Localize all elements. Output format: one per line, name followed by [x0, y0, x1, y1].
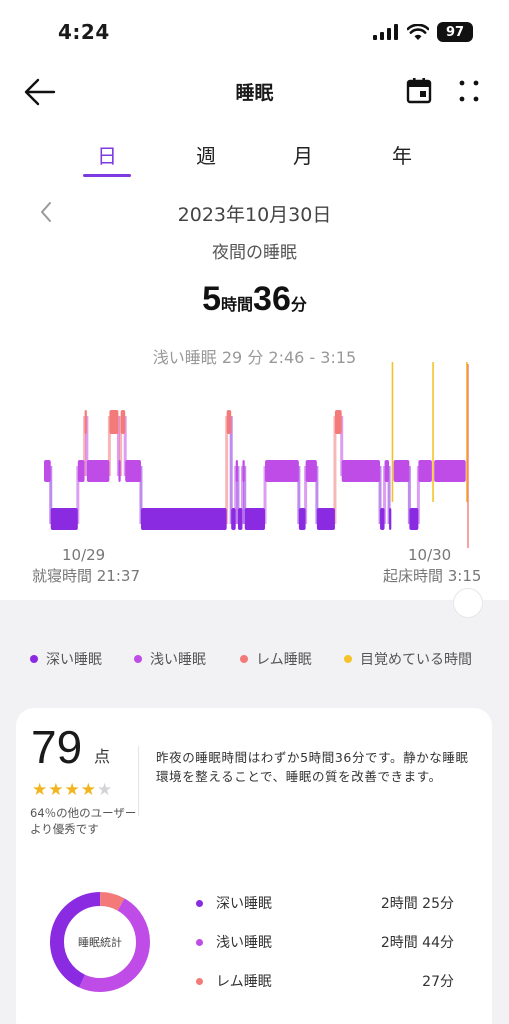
sleep-segment-light — [77, 460, 85, 482]
sleep-segment-light — [418, 460, 432, 482]
legend-label: 浅い睡眠 — [150, 652, 206, 668]
sleep-segment-deep — [298, 508, 306, 530]
stat-dot — [196, 900, 203, 907]
star-icon: ★ — [64, 780, 81, 800]
sleep-segment-deep — [389, 508, 392, 530]
app-header: 睡眠 — [0, 64, 509, 120]
sleep-stage-legend: 深い睡眠 浅い睡眠 レム睡眠 目覚めている時間 — [30, 649, 490, 673]
stat-dot — [196, 978, 203, 985]
star-icon: ★ — [32, 780, 49, 800]
sleep-segment-deep — [244, 508, 266, 530]
sleep-segment-light — [44, 460, 51, 482]
percentile-text: 64％の他のユーザーより優秀です — [30, 806, 137, 836]
wifi-icon — [407, 24, 429, 40]
sleep-segment-light — [265, 460, 299, 482]
legend-label: レム睡眠 — [256, 652, 312, 668]
stat-name: レム睡眠 — [216, 974, 272, 990]
sleep-segment-rem — [109, 410, 119, 434]
legend-dot — [30, 655, 38, 663]
active-tab-indicator — [83, 174, 131, 177]
sleep-segment-deep — [316, 508, 335, 530]
star-rating: ★★★★★ — [32, 780, 113, 800]
sleep-segment-light — [235, 460, 238, 482]
calendar-button[interactable] — [404, 76, 434, 106]
star-empty-icon: ★ — [97, 780, 114, 800]
total-sleep-duration: 5時間36分 — [0, 280, 509, 319]
sleep-segment-light — [341, 460, 381, 482]
more-options-button[interactable] — [454, 76, 484, 106]
stat-name: 浅い睡眠 — [216, 935, 272, 951]
sleep-advice: 昨夜の睡眠時間はわずか5時間36分です。静かな睡眠環境を整えることで、睡眠の質を… — [156, 750, 469, 784]
stat-value: 2時間 25分 — [380, 896, 454, 912]
status-bar: 4:24 97 — [0, 0, 509, 64]
tab-day[interactable]: 日 — [77, 140, 137, 169]
duration-hours-unit: 時間 — [221, 295, 254, 314]
legend-dot — [134, 655, 142, 663]
tab-year[interactable]: 年 — [372, 140, 432, 169]
divider — [138, 746, 139, 816]
star-icon: ★ — [80, 780, 97, 800]
sleep-segment-light — [86, 460, 110, 482]
legend-rem: レム睡眠 — [240, 649, 312, 669]
sleep-segment-light — [393, 460, 410, 482]
start-date-label: 10/29 — [62, 546, 106, 564]
sleep-segment-deep — [140, 508, 227, 530]
legend-deep: 深い睡眠 — [30, 649, 102, 669]
battery-icon: 97 — [437, 22, 473, 42]
legend-dot — [240, 655, 248, 663]
stat-value: 2時間 44分 — [380, 935, 454, 951]
star-icon: ★ — [48, 780, 65, 800]
stat-row-rem: レム睡眠 27分 — [194, 971, 454, 993]
battery-level: 97 — [445, 24, 465, 40]
stat-row-deep: 深い睡眠 2時間 25分 — [194, 893, 454, 915]
duration-hours: 5 — [202, 280, 222, 318]
duration-minutes-unit: 分 — [290, 295, 307, 314]
sleep-segment-rem — [120, 410, 126, 434]
sleep-segment-light — [118, 460, 121, 482]
sleep-score-card: 79 点 ★★★★★ 64％の他のユーザーより優秀です 昨夜の睡眠時間はわずか5… — [16, 708, 492, 1024]
sleep-score: 79 — [31, 721, 83, 773]
sleep-segment-deep — [50, 508, 78, 530]
sleep-segment-light — [305, 460, 317, 482]
sleep-score-unit: 点 — [94, 747, 111, 766]
legend-dot — [344, 655, 352, 663]
selected-date: 2023年10月30日 — [177, 204, 332, 226]
stat-dot — [196, 939, 203, 946]
chart-scrub-handle[interactable] — [453, 588, 483, 618]
stat-row-light: 浅い睡眠 2時間 44分 — [194, 932, 454, 954]
sleep-segment-light — [434, 460, 466, 482]
sleep-segment-deep — [231, 508, 236, 530]
legend-label: 目覚めている時間 — [360, 652, 472, 668]
tab-week[interactable]: 週 — [176, 140, 236, 169]
period-tabs: 日 週 月 年 — [0, 134, 509, 180]
sleep-segment-deep — [237, 508, 243, 530]
sleep-segment-light — [384, 460, 390, 482]
end-date-label: 10/30 — [408, 546, 452, 564]
sleep-segment-light — [242, 460, 245, 482]
sleep-segment-deep — [380, 508, 385, 530]
legend-light: 浅い睡眠 — [134, 649, 206, 669]
signal-icon — [373, 24, 398, 40]
sleep-segment-rem — [334, 410, 342, 434]
duration-minutes: 36 — [253, 280, 291, 318]
tab-month[interactable]: 月 — [273, 140, 333, 169]
wake-time-label: 起床時間 3:15 — [383, 567, 482, 585]
sleep-segment-light — [125, 460, 141, 482]
bedtime-label: 就寝時間 21:37 — [32, 567, 140, 585]
sleep-segment-deep — [409, 508, 419, 530]
sleep-screen: 4:24 97 睡眠 日 週 月 年 2023年10月30日 夜間の睡眠 5時間… — [0, 0, 509, 1024]
more-dots-icon — [459, 80, 479, 102]
stat-name: 深い睡眠 — [216, 896, 272, 912]
legend-label: 深い睡眠 — [46, 652, 102, 668]
calendar-icon — [406, 78, 432, 104]
sleep-segment-rem — [226, 410, 232, 434]
sleep-segment-rem — [84, 410, 87, 434]
donut-label: 睡眠統計 — [78, 936, 122, 949]
legend-awake: 目覚めている時間 — [344, 649, 472, 669]
stat-value: 27分 — [422, 974, 454, 990]
status-time: 4:24 — [58, 20, 110, 44]
sleep-type-label: 夜間の睡眠 — [212, 243, 297, 263]
status-icons: 97 — [373, 22, 473, 42]
